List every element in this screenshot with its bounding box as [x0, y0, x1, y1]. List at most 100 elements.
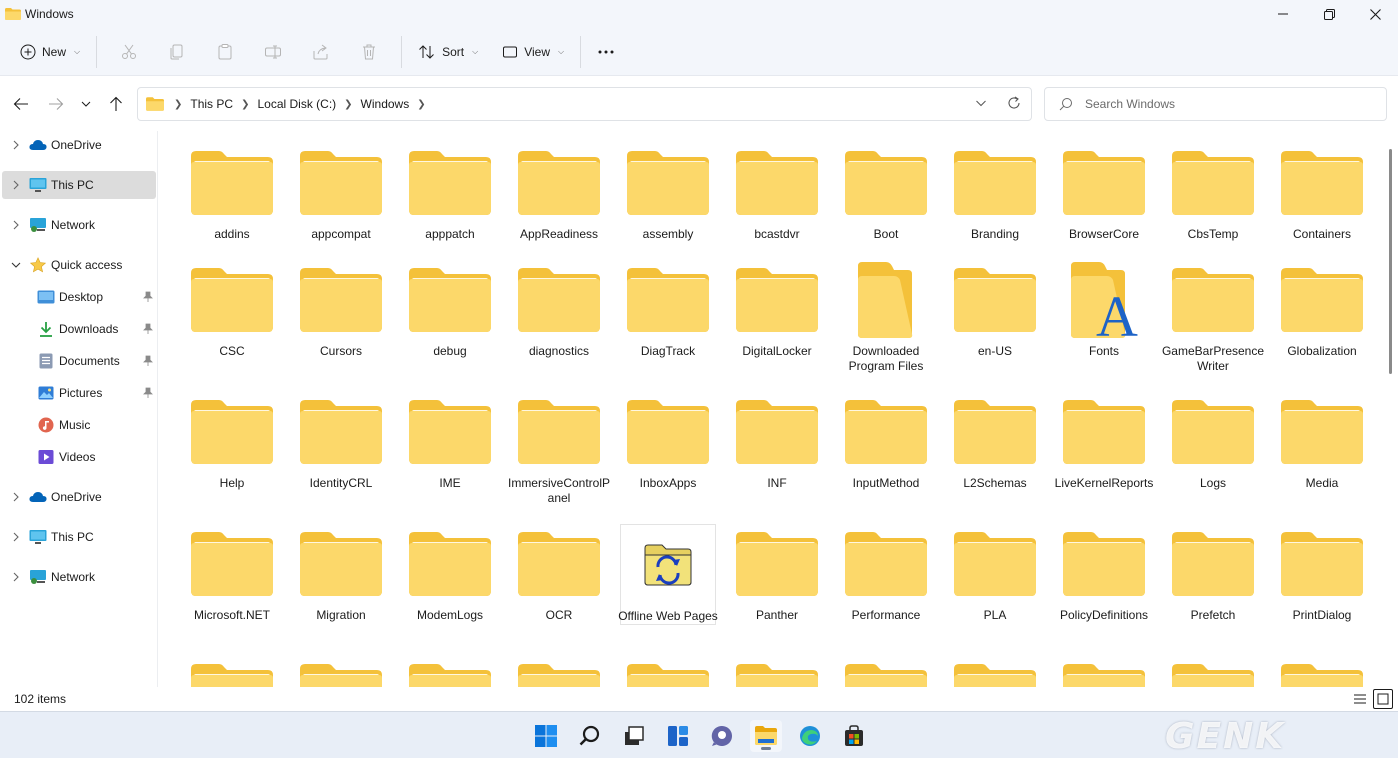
folder-item[interactable]: Media	[1274, 392, 1370, 491]
folder-item[interactable]	[1165, 656, 1261, 687]
teams-chat-button[interactable]	[706, 720, 738, 752]
sidebar-item-quick-access[interactable]: Quick access	[2, 251, 156, 279]
folder-item[interactable]: IME	[402, 392, 498, 491]
search-input[interactable]: Search Windows	[1044, 87, 1387, 121]
copy-button[interactable]	[161, 36, 193, 68]
chevron-down-icon[interactable]	[11, 260, 21, 270]
chevron-right-icon[interactable]	[11, 140, 21, 150]
folder-item[interactable]: PrintDialog	[1274, 524, 1370, 623]
breadcrumb-chevron-icon[interactable]: ❯	[417, 99, 425, 110]
special-folder-item[interactable]: Downloaded Program Files	[838, 260, 934, 374]
folder-item[interactable]: Branding	[947, 143, 1043, 242]
folder-item[interactable]: addins	[184, 143, 280, 242]
folder-item[interactable]: DigitalLocker	[729, 260, 825, 359]
see-more-button[interactable]	[589, 36, 623, 68]
folder-item[interactable]	[402, 656, 498, 687]
special-folder-item[interactable]: A Fonts	[1056, 260, 1152, 359]
folder-item[interactable]: Logs	[1165, 392, 1261, 491]
folder-item[interactable]	[947, 656, 1043, 687]
taskbar-search-button[interactable]	[574, 720, 606, 752]
folder-item[interactable]: Help	[184, 392, 280, 491]
start-button[interactable]	[530, 720, 562, 752]
folder-item[interactable]: diagnostics	[511, 260, 607, 359]
special-folder-item[interactable]: Offline Web Pages	[618, 524, 718, 625]
folder-item[interactable]: OCR	[511, 524, 607, 623]
folder-item[interactable]	[293, 656, 389, 687]
sidebar-item-downloads[interactable]: Downloads	[2, 315, 156, 343]
breadcrumb-this-pc[interactable]: This PC	[190, 97, 233, 111]
folder-item[interactable]	[1056, 656, 1152, 687]
minimize-button[interactable]	[1260, 0, 1306, 28]
folder-item[interactable]: Panther	[729, 524, 825, 623]
up-button[interactable]	[106, 94, 126, 114]
chevron-right-icon[interactable]	[11, 532, 21, 542]
view-button[interactable]: View ⌵	[494, 36, 572, 68]
folder-item[interactable]	[1274, 656, 1370, 687]
file-explorer-button[interactable]	[750, 720, 782, 752]
folder-item[interactable]: Cursors	[293, 260, 389, 359]
store-button[interactable]	[838, 720, 870, 752]
address-bar[interactable]: ❯ This PC ❯ Local Disk (C:) ❯ Windows ❯	[137, 87, 1032, 121]
sidebar-item-onedrive[interactable]: OneDrive	[2, 483, 156, 511]
folder-item[interactable]: L2Schemas	[947, 392, 1043, 491]
new-button[interactable]: New ⌵	[12, 36, 88, 68]
scrollbar-thumb[interactable]	[1389, 149, 1392, 374]
folder-item[interactable]: GameBarPresenceWriter	[1162, 260, 1264, 374]
folder-item[interactable]	[184, 656, 280, 687]
close-button[interactable]	[1352, 0, 1398, 28]
folder-item[interactable]: bcastdvr	[729, 143, 825, 242]
sidebar-item-pictures[interactable]: Pictures	[2, 379, 156, 407]
folder-item[interactable]: AppReadiness	[511, 143, 607, 242]
folder-item[interactable]: InputMethod	[838, 392, 934, 491]
folder-item[interactable]: appcompat	[293, 143, 389, 242]
maximize-button[interactable]	[1306, 0, 1352, 28]
folder-item[interactable]: assembly	[620, 143, 716, 242]
folder-item[interactable]	[729, 656, 825, 687]
folder-item[interactable]	[838, 656, 934, 687]
sidebar-item-this-pc[interactable]: This PC	[2, 171, 156, 199]
folder-item[interactable]: PLA	[947, 524, 1043, 623]
rename-button[interactable]	[257, 36, 289, 68]
breadcrumb-chevron-icon[interactable]: ❯	[344, 99, 352, 110]
folder-item[interactable]: Boot	[838, 143, 934, 242]
chevron-right-icon[interactable]	[11, 180, 21, 190]
folder-item[interactable]: ImmersiveControlPanel	[508, 392, 610, 506]
sidebar-item-onedrive[interactable]: OneDrive	[2, 131, 156, 159]
folder-item[interactable]: IdentityCRL	[293, 392, 389, 491]
recent-locations-button[interactable]	[76, 94, 96, 114]
address-history-button[interactable]	[975, 97, 987, 112]
folder-item[interactable]: INF	[729, 392, 825, 491]
chevron-right-icon[interactable]	[11, 220, 21, 230]
folder-item[interactable]: Prefetch	[1165, 524, 1261, 623]
forward-button[interactable]	[46, 94, 66, 114]
folder-item[interactable]: Performance	[838, 524, 934, 623]
folder-item[interactable]: en-US	[947, 260, 1043, 359]
sidebar-item-network[interactable]: Network	[2, 563, 156, 591]
breadcrumb-windows[interactable]: Windows	[361, 97, 410, 111]
sidebar-item-network[interactable]: Network	[2, 211, 156, 239]
chevron-right-icon[interactable]	[11, 492, 21, 502]
folder-item[interactable]	[620, 656, 716, 687]
back-button[interactable]	[11, 94, 31, 114]
folder-item[interactable]: ModemLogs	[402, 524, 498, 623]
folder-item[interactable]: debug	[402, 260, 498, 359]
breadcrumb-local-disk[interactable]: Local Disk (C:)	[257, 97, 336, 111]
delete-button[interactable]	[353, 36, 385, 68]
sidebar-item-desktop[interactable]: Desktop	[2, 283, 156, 311]
task-view-button[interactable]	[618, 720, 650, 752]
sort-button[interactable]: Sort ⌵	[410, 36, 486, 68]
edge-button[interactable]	[794, 720, 826, 752]
folder-item[interactable]: PolicyDefinitions	[1056, 524, 1152, 623]
sidebar-item-music[interactable]: Music	[2, 411, 156, 439]
folder-item[interactable]: DiagTrack	[620, 260, 716, 359]
widgets-button[interactable]	[662, 720, 694, 752]
vertical-scrollbar[interactable]	[1384, 131, 1398, 687]
sidebar-item-this-pc[interactable]: This PC	[2, 523, 156, 551]
paste-button[interactable]	[209, 36, 241, 68]
sidebar-item-videos[interactable]: Videos	[2, 443, 156, 471]
details-view-button[interactable]	[1350, 689, 1370, 709]
sidebar-item-documents[interactable]: Documents	[2, 347, 156, 375]
folder-item[interactable]: Migration	[293, 524, 389, 623]
folder-item[interactable]: CSC	[184, 260, 280, 359]
folder-item[interactable]: LiveKernelReports	[1055, 392, 1153, 491]
